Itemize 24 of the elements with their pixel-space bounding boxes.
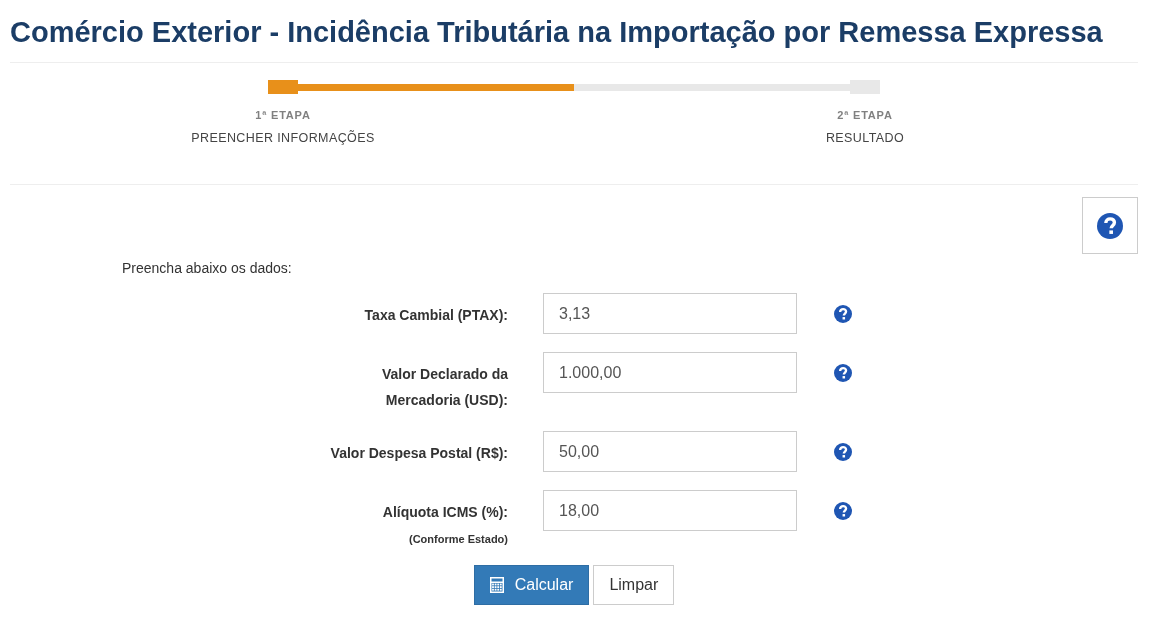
text-field[interactable]: 3,13 <box>543 293 797 334</box>
field-label: Taxa Cambial (PTAX): <box>364 306 508 325</box>
step-number: 2ª ETAPA <box>837 108 893 123</box>
calculate-button[interactable]: Calcular <box>473 565 590 605</box>
form-intro: Preencha abaixo os dados: <box>122 259 292 278</box>
help-icon[interactable] <box>834 502 852 520</box>
field-note: (Conforme Estado) <box>409 532 508 547</box>
help-icon[interactable] <box>834 443 852 461</box>
clear-button[interactable]: Limpar <box>593 565 675 605</box>
step-number: 1ª ETAPA <box>255 108 311 123</box>
help-icon <box>1097 212 1123 239</box>
text-field[interactable]: 50,00 <box>543 431 797 472</box>
help-icon[interactable] <box>834 364 852 382</box>
step-label: PREENCHER INFORMAÇÕES <box>191 129 375 147</box>
field-label: Valor Despesa Postal (R$): <box>330 444 508 463</box>
text-field[interactable]: 18,00 <box>543 490 797 531</box>
field-label: Valor Declarado da Mercadoria (USD): <box>380 365 508 410</box>
text-field[interactable]: 1.000,00 <box>543 352 797 393</box>
help-icon[interactable] <box>834 305 852 323</box>
calculator-icon <box>489 577 504 593</box>
field-label: Alíquota ICMS (%): <box>382 503 508 522</box>
step-label: RESULTADO <box>825 130 905 147</box>
page-title: Comércio Exterior - Incidência Tributária na Importação por Remessa Expressa <box>10 16 1103 48</box>
help-button[interactable] <box>1082 197 1138 254</box>
